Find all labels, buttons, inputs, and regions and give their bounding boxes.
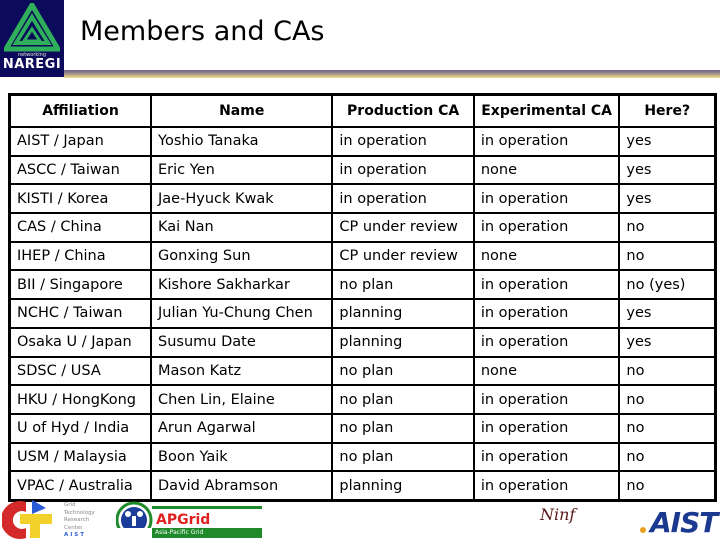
apgrid-emblem-icon: APGrid bbox=[115, 501, 262, 539]
cell-production-ca: no plan bbox=[331, 412, 475, 444]
cell-production-ca: no plan bbox=[331, 441, 475, 473]
svg-text:APGrid: APGrid bbox=[156, 512, 210, 528]
cell-here: no (yes) bbox=[618, 269, 717, 301]
cell-experimental-ca: in operation bbox=[472, 269, 621, 301]
table-row: BII / Singapore Kishore Sakharkar no plan i… bbox=[8, 269, 717, 301]
cell-affiliation: ASCC / Taiwan bbox=[8, 154, 153, 186]
cell-experimental-ca: in operation bbox=[472, 183, 621, 215]
cell-production-ca: in operation bbox=[331, 126, 475, 157]
cell-production-ca: planning bbox=[331, 470, 475, 502]
cell-experimental-ca: in operation bbox=[472, 441, 621, 473]
cell-name: Mason Katz bbox=[150, 355, 334, 387]
cell-affiliation: IHEP / China bbox=[8, 240, 153, 272]
cell-affiliation: CAS / China bbox=[8, 212, 153, 243]
cell-affiliation: U of Hyd / India bbox=[8, 412, 153, 444]
cell-production-ca: CP under review bbox=[331, 240, 475, 272]
cell-here: no bbox=[618, 470, 717, 502]
table-row: IHEP / China Gonxing Sun CP under review no… bbox=[8, 240, 717, 272]
cell-production-ca: no plan bbox=[331, 355, 475, 387]
cell-production-ca: no plan bbox=[331, 269, 475, 301]
table-row: Osaka U / Japan Susumu Date planning in ope… bbox=[8, 326, 717, 358]
cell-name: Gonxing Sun bbox=[150, 240, 334, 272]
apgrid-subtitle: Asia-Pacific Grid bbox=[152, 528, 262, 538]
cell-experimental-ca: in operation bbox=[472, 412, 621, 444]
cell-affiliation: AIST / Japan bbox=[8, 126, 153, 157]
table-row: NCHC / Taiwan Julian Yu-Chung Chen plannin… bbox=[8, 298, 717, 329]
gtrc-emblem-icon bbox=[0, 500, 52, 539]
logo-text: NAREGI bbox=[2, 57, 62, 72]
column-header-production-ca: Production CA bbox=[331, 93, 475, 128]
cell-experimental-ca: none bbox=[472, 355, 621, 387]
cell-affiliation: Osaka U / Japan bbox=[8, 326, 153, 358]
aist-logo: AIST bbox=[650, 506, 718, 539]
cell-here: yes bbox=[618, 298, 717, 329]
cell-affiliation: BII / Singapore bbox=[8, 269, 153, 301]
cell-experimental-ca: in operation bbox=[472, 470, 621, 502]
cell-production-ca: planning bbox=[331, 298, 475, 329]
cell-name: Susumu Date bbox=[150, 326, 334, 358]
table-row: CAS / China Kai Nan CP under review in oper… bbox=[8, 212, 717, 243]
column-header-name: Name bbox=[150, 93, 334, 128]
table-row: SDSC / USA Mason Katz no plan none no bbox=[8, 355, 717, 387]
aist-dot-icon bbox=[640, 527, 646, 533]
cell-affiliation: VPAC / Australia bbox=[8, 470, 153, 502]
page-title: Members and CAs bbox=[80, 16, 325, 47]
table-row: AIST / Japan Yoshio Tanaka in operation in … bbox=[8, 126, 717, 157]
column-header-here: Here? bbox=[618, 93, 717, 128]
cell-experimental-ca: none bbox=[472, 154, 621, 186]
cell-experimental-ca: in operation bbox=[472, 126, 621, 157]
cell-here: yes bbox=[618, 183, 717, 215]
cell-name: Kishore Sakharkar bbox=[150, 269, 334, 301]
cell-production-ca: in operation bbox=[331, 183, 475, 215]
naregi-logo: networking NAREGI bbox=[0, 0, 64, 77]
cell-production-ca: planning bbox=[331, 326, 475, 358]
table-row: USM / Malaysia Boon Yaik no plan in operati… bbox=[8, 441, 717, 473]
cell-here: no bbox=[618, 240, 717, 272]
column-header-affiliation: Affiliation bbox=[8, 93, 153, 128]
table-row: KISTI / Korea Jae-Hyuck Kwak in operation i… bbox=[8, 183, 717, 215]
cell-here: yes bbox=[618, 154, 717, 186]
table-header-row: Affiliation Name Production CA Experimen… bbox=[8, 93, 717, 128]
cell-name: Boon Yaik bbox=[150, 441, 334, 473]
cell-name: Eric Yen bbox=[150, 154, 334, 186]
cell-affiliation: NCHC / Taiwan bbox=[8, 298, 153, 329]
cell-name: David Abramson bbox=[150, 470, 334, 502]
cell-here: no bbox=[618, 355, 717, 387]
cell-name: Chen Lin, Elaine bbox=[150, 384, 334, 415]
cell-affiliation: HKU / HongKong bbox=[8, 384, 153, 415]
gtrc-text: Grid Technology Research Center AIST bbox=[64, 502, 95, 538]
table-row: HKU / HongKong Chen Lin, Elaine no plan in … bbox=[8, 384, 717, 415]
cell-here: no bbox=[618, 441, 717, 473]
table-row: ASCC / Taiwan Eric Yen in operation none yes bbox=[8, 154, 717, 186]
cell-experimental-ca: in operation bbox=[472, 212, 621, 243]
cell-experimental-ca: in operation bbox=[472, 384, 621, 415]
cell-here: yes bbox=[618, 326, 717, 358]
title-divider bbox=[64, 70, 720, 78]
cell-experimental-ca: none bbox=[472, 240, 621, 272]
cell-affiliation: SDSC / USA bbox=[8, 355, 153, 387]
cell-affiliation: KISTI / Korea bbox=[8, 183, 153, 215]
cell-production-ca: in operation bbox=[331, 154, 475, 186]
cell-name: Julian Yu-Chung Chen bbox=[150, 298, 334, 329]
table-row: VPAC / Australia David Abramson planning in… bbox=[8, 470, 717, 502]
column-header-experimental-ca: Experimental CA bbox=[472, 93, 621, 128]
cell-production-ca: CP under review bbox=[331, 212, 475, 243]
cell-here: no bbox=[618, 212, 717, 243]
cell-experimental-ca: in operation bbox=[472, 326, 621, 358]
cell-experimental-ca: in operation bbox=[472, 298, 621, 329]
cell-here: yes bbox=[618, 126, 717, 157]
triangle-knot-icon bbox=[4, 3, 60, 52]
members-table: Affiliation Name Production CA Experimen… bbox=[8, 93, 717, 502]
cell-production-ca: no plan bbox=[331, 384, 475, 415]
cell-affiliation: USM / Malaysia bbox=[8, 441, 153, 473]
cell-here: no bbox=[618, 384, 717, 415]
table-row: U of Hyd / India Arun Agarwal no plan in op… bbox=[8, 412, 717, 444]
ninf-logo: Ninf bbox=[540, 505, 576, 524]
cell-here: no bbox=[618, 412, 717, 444]
cell-name: Arun Agarwal bbox=[150, 412, 334, 444]
cell-name: Jae-Hyuck Kwak bbox=[150, 183, 334, 215]
cell-name: Kai Nan bbox=[150, 212, 334, 243]
cell-name: Yoshio Tanaka bbox=[150, 126, 334, 157]
